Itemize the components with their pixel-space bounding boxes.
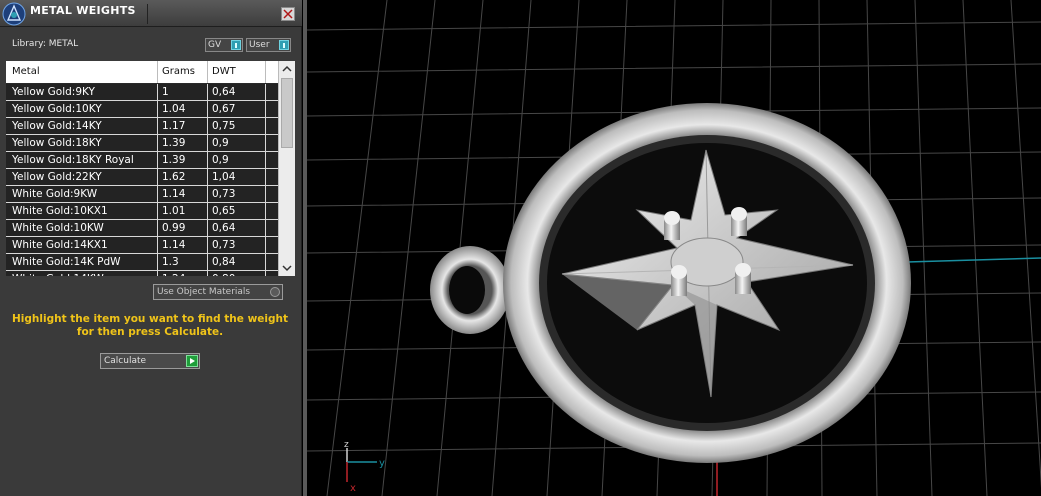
dwt-cell: 0,64 — [212, 222, 236, 234]
grams-cell: 1.39 — [162, 154, 186, 166]
3d-viewport[interactable]: z y x — [303, 0, 1041, 496]
grams-cell: 1.14 — [162, 188, 186, 200]
app-logo-icon — [2, 2, 26, 26]
metal-cell: White Gold:14K PdW — [12, 256, 121, 268]
calculate-button[interactable]: Calculate — [100, 353, 200, 369]
table-row[interactable]: White Gold:10KW 0.99 0,64 — [6, 220, 278, 237]
dwt-cell: 0,80 — [212, 273, 235, 276]
metal-cell: Yellow Gold:14KY — [12, 120, 102, 132]
user-toggle-label: User — [249, 40, 270, 50]
grams-cell: 1.39 — [162, 137, 186, 149]
table-body: Yellow Gold:9KY 1 0,64 Yellow Gold:10KY 1.04… — [6, 84, 278, 276]
metal-weights-panel: METAL WEIGHTS Library: METAL GV User Met… — [0, 0, 302, 496]
table-row[interactable]: White Gold:14KW 1.24 0,80 — [6, 271, 278, 276]
dwt-cell: 1,04 — [212, 171, 236, 183]
viewport-canvas[interactable]: z y x — [307, 0, 1041, 496]
table-row[interactable]: Yellow Gold:9KY 1 0,64 — [6, 84, 278, 101]
instruction-hint: Highlight the item you want to find the … — [12, 313, 288, 338]
axis-x-label: x — [350, 483, 356, 494]
table-row[interactable]: White Gold:10KX1 1.01 0,65 — [6, 203, 278, 220]
metal-cell: Yellow Gold:9KY — [12, 86, 95, 98]
header-grams[interactable]: Grams — [162, 66, 195, 77]
library-label: Library: METAL — [12, 39, 79, 49]
header-dwt[interactable]: DWT — [212, 66, 236, 77]
axis-z-label: z — [344, 440, 349, 450]
user-toggle[interactable]: User — [246, 38, 291, 52]
metal-cell: Yellow Gold:18KY Royal — [12, 154, 134, 166]
grams-cell: 1.17 — [162, 120, 186, 132]
dwt-cell: 0,65 — [212, 205, 236, 217]
table-row[interactable]: White Gold:14KX1 1.14 0,73 — [6, 237, 278, 254]
use-object-materials-option[interactable]: Use Object Materials — [153, 284, 283, 300]
metal-cell: Yellow Gold:18KY — [12, 137, 102, 149]
toggle-indicator-icon — [279, 40, 289, 50]
close-icon — [283, 9, 293, 19]
dwt-cell: 0,73 — [212, 239, 236, 251]
table-row[interactable]: White Gold:9KW 1.14 0,73 — [6, 186, 278, 203]
metal-cell: Yellow Gold:10KY — [12, 103, 102, 115]
scroll-thumb[interactable] — [281, 78, 293, 148]
dwt-cell: 0,64 — [212, 86, 236, 98]
table-row[interactable]: Yellow Gold:18KY Royal 1.39 0,9 — [6, 152, 278, 169]
metal-cell: White Gold:14KX1 — [12, 239, 108, 251]
dwt-cell: 0,9 — [212, 154, 229, 166]
grams-cell: 1.14 — [162, 239, 186, 251]
header-metal[interactable]: Metal — [12, 66, 40, 77]
metal-cell: Yellow Gold:22KY — [12, 171, 102, 183]
grams-cell: 1.24 — [162, 273, 185, 276]
metal-cell: White Gold:9KW — [12, 188, 98, 200]
scroll-down-arrow-icon[interactable] — [279, 261, 295, 275]
grams-cell: 1 — [162, 86, 169, 98]
metal-cell: White Gold:10KW — [12, 222, 104, 234]
dwt-cell: 0,84 — [212, 256, 236, 268]
grams-cell: 1.04 — [162, 103, 186, 115]
grams-cell: 1.01 — [162, 205, 186, 217]
axis-y-label: y — [379, 458, 385, 469]
panel-titlebar: METAL WEIGHTS — [0, 0, 302, 27]
table-row[interactable]: Yellow Gold:10KY 1.04 0,67 — [6, 101, 278, 118]
table-scrollbar[interactable] — [278, 61, 295, 276]
radio-icon[interactable] — [270, 287, 280, 297]
gv-toggle-label: GV — [208, 40, 222, 50]
play-arrow-icon — [186, 355, 198, 367]
scroll-up-arrow-icon[interactable] — [279, 62, 295, 76]
metal-table: Metal Grams DWT Yellow Gold:9KY 1 0,64 Yell… — [6, 61, 295, 276]
table-row[interactable]: Yellow Gold:22KY 1.62 1,04 — [6, 169, 278, 186]
title-divider — [147, 4, 148, 24]
dwt-cell: 0,75 — [212, 120, 236, 132]
table-header: Metal Grams DWT — [6, 61, 278, 83]
table-row[interactable]: Yellow Gold:18KY 1.39 0,9 — [6, 135, 278, 152]
toggle-indicator-icon — [231, 40, 241, 50]
dwt-cell: 0,73 — [212, 188, 236, 200]
table-row[interactable]: White Gold:14K PdW 1.3 0,84 — [6, 254, 278, 271]
y-axis-line — [906, 257, 1041, 263]
use-object-materials-label: Use Object Materials — [157, 287, 251, 297]
close-button[interactable] — [281, 7, 295, 21]
axis-gizmo: z y x — [344, 440, 385, 494]
metal-cell: White Gold:10KX1 — [12, 205, 108, 217]
grams-cell: 1.62 — [162, 171, 186, 183]
bail-loop-model[interactable] — [430, 246, 510, 334]
dwt-cell: 0,9 — [212, 137, 229, 149]
gv-toggle[interactable]: GV — [205, 38, 243, 52]
grams-cell: 0.99 — [162, 222, 186, 234]
calculate-label: Calculate — [104, 356, 147, 366]
metal-cell: White Gold:14KW — [12, 273, 104, 276]
table-row[interactable]: Yellow Gold:14KY 1.17 0,75 — [6, 118, 278, 135]
dwt-cell: 0,67 — [212, 103, 236, 115]
panel-title: METAL WEIGHTS — [30, 4, 136, 17]
grams-cell: 1.3 — [162, 256, 179, 268]
